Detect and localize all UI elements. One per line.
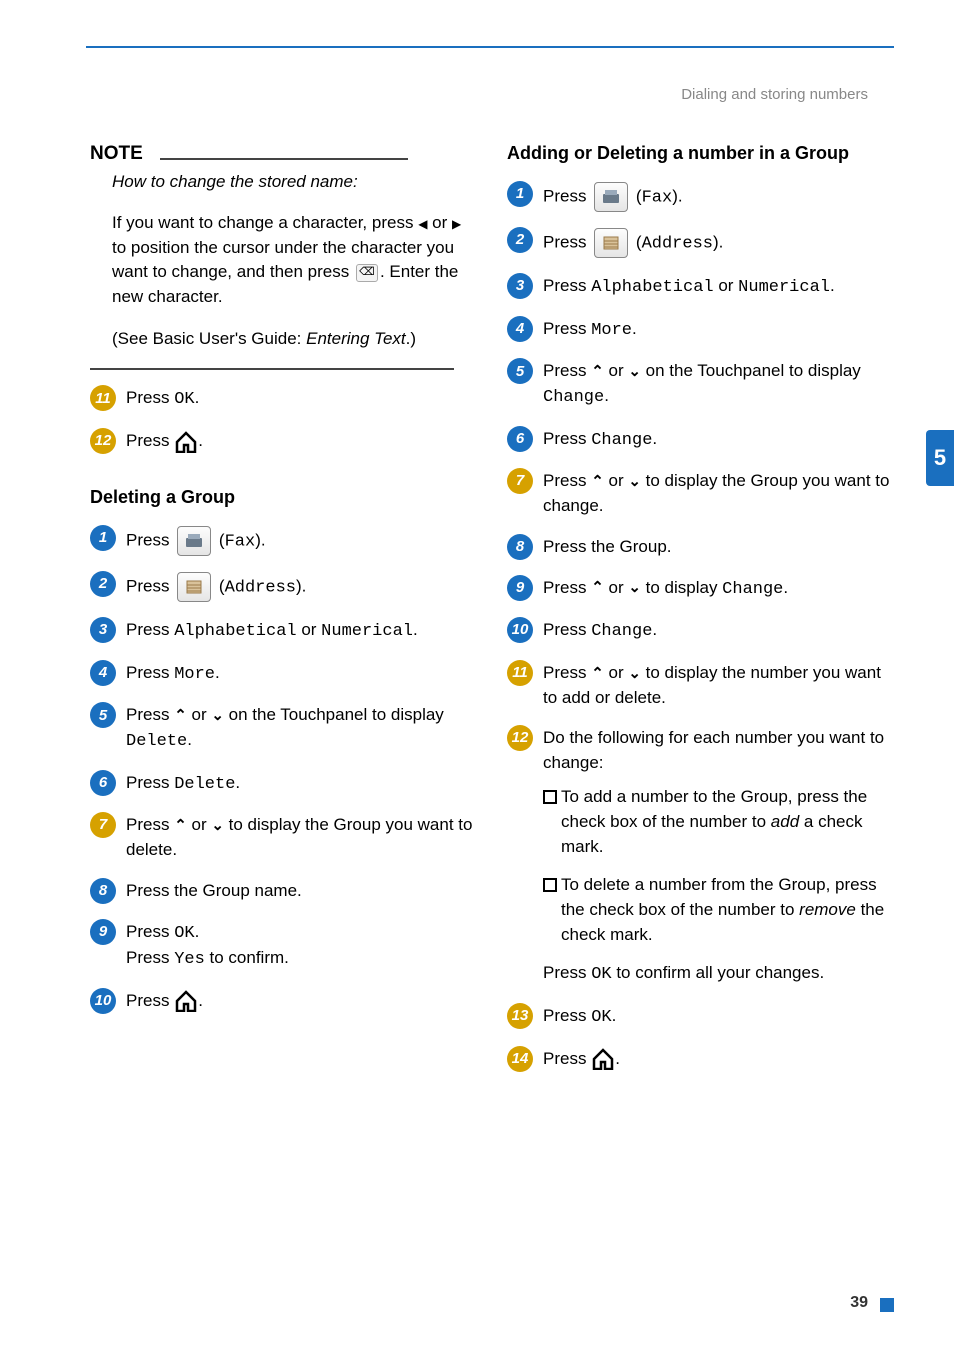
g-step-8: 8 Press the Group. <box>507 533 894 560</box>
chapter-tab: 5 <box>926 430 954 486</box>
header-section: Dialing and storing numbers <box>681 86 868 103</box>
g-step-2: 2 Press (Address). <box>507 226 894 258</box>
top-rule <box>86 46 894 48</box>
note-body: How to change the stored name: If you wa… <box>112 170 477 352</box>
g-step-4: 4 Press More. <box>507 315 894 344</box>
down-icon: ⌄ <box>211 705 224 727</box>
d-step-1: 1 Press (Fax). <box>90 524 477 556</box>
left-column: NOTE How to change the stored name: If y… <box>90 140 477 1086</box>
bullet-add: To add a number to the Group, press the … <box>561 785 894 859</box>
d-step-7: 7 Press ⌃ or ⌄ to display the Group you … <box>90 811 477 862</box>
d-step-8: 8 Press the Group name. <box>90 877 477 904</box>
home-icon <box>174 431 198 453</box>
fax-icon <box>594 182 628 212</box>
g-step-3: 3 Press Alphabetical or Numerical. <box>507 272 894 301</box>
page-number: 39 <box>850 1294 868 1312</box>
page-mark <box>880 1298 894 1312</box>
d-step-9: 9 Press OK. Press Yes to confirm. <box>90 918 477 973</box>
bullet-list: To add a number to the Group, press the … <box>543 785 894 947</box>
d-step-2: 2 Press (Address). <box>90 570 477 602</box>
step-12: 12 Press . <box>90 427 477 454</box>
home-icon <box>591 1048 615 1070</box>
step-number-12: 12 <box>90 428 116 454</box>
up-icon: ⌃ <box>174 705 187 727</box>
note-intro: How to change the stored name: <box>112 170 477 195</box>
address-icon <box>594 228 628 258</box>
address-icon <box>177 572 211 602</box>
fax-icon <box>177 526 211 556</box>
d-step-4: 4 Press More. <box>90 659 477 688</box>
heading-add-delete: Adding or Deleting a number in a Group <box>507 140 894 166</box>
content: NOTE How to change the stored name: If y… <box>90 140 894 1086</box>
g-step-6: 6 Press Change. <box>507 425 894 454</box>
note-see: (See Basic User's Guide: Entering Text.) <box>112 327 477 352</box>
step-11: 11 Press OK. <box>90 384 477 413</box>
right-column: Adding or Deleting a number in a Group 1… <box>507 140 894 1086</box>
note-rule-bottom <box>90 368 454 370</box>
d-step-5: 5 Press ⌃ or ⌄ on the Touchpanel to disp… <box>90 701 477 754</box>
g-step-7: 7 Press ⌃ or ⌄ to display the Group you … <box>507 467 894 518</box>
left-arrow-icon <box>418 213 427 232</box>
d-step-6: 6 Press Delete. <box>90 769 477 798</box>
right-arrow-icon <box>452 213 461 232</box>
g-step-10: 10 Press Change. <box>507 616 894 645</box>
g-step-13: 13 Press OK. <box>507 1002 894 1031</box>
note-label: NOTE <box>90 140 477 168</box>
g-step-9: 9 Press ⌃ or ⌄ to display Change. <box>507 574 894 603</box>
g-step-11: 11 Press ⌃ or ⌄ to display the number yo… <box>507 659 894 710</box>
d-step-10: 10 Press . <box>90 987 477 1014</box>
backspace-icon: ⌫ <box>356 264 378 282</box>
g-step-1: 1 Press (Fax). <box>507 180 894 212</box>
heading-deleting-group: Deleting a Group <box>90 484 477 510</box>
note-paragraph-1: If you want to change a character, press… <box>112 211 477 310</box>
step-number-11: 11 <box>90 385 116 411</box>
home-icon <box>174 990 198 1012</box>
g-step-5: 5 Press ⌃ or ⌄ on the Touchpanel to disp… <box>507 357 894 410</box>
g-step-14: 14 Press . <box>507 1045 894 1072</box>
g-step-12: 12 Do the following for each number you … <box>507 724 894 988</box>
d-step-3: 3 Press Alphabetical or Numerical. <box>90 616 477 645</box>
bullet-delete: To delete a number from the Group, press… <box>561 873 894 947</box>
